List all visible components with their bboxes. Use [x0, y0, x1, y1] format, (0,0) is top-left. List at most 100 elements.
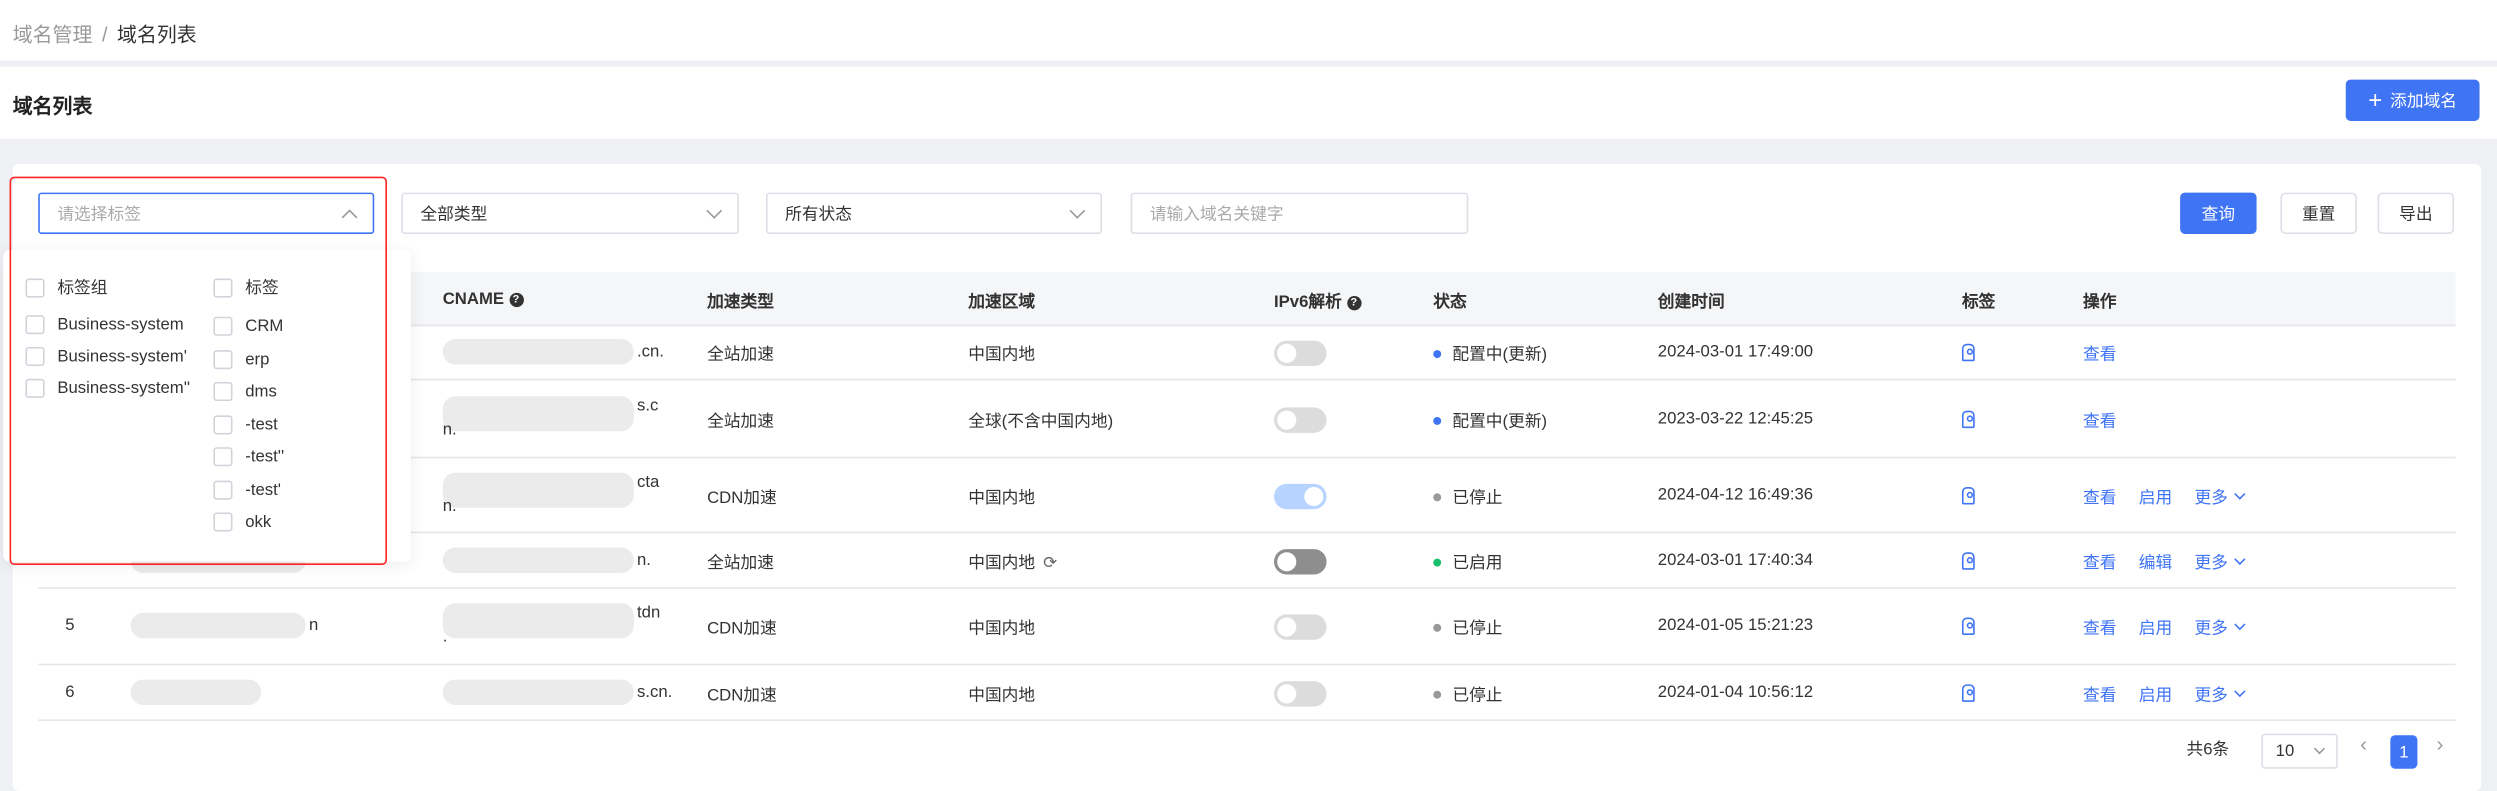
tag-icon[interactable]: [1961, 409, 1975, 428]
domain-tail[interactable]: n: [309, 616, 318, 635]
col-ipv6-label: IPv6解析: [1274, 292, 1342, 312]
ipv6-toggle[interactable]: [1274, 614, 1327, 640]
accel-region-text: 全球(不含中国内地): [968, 411, 1114, 431]
checkbox[interactable]: [25, 346, 45, 367]
page-size-select[interactable]: 10: [2261, 733, 2338, 769]
plus-icon: +: [2368, 86, 2383, 114]
ipv6-toggle[interactable]: [1274, 680, 1327, 706]
checkbox[interactable]: [213, 277, 233, 297]
checkbox[interactable]: [213, 414, 233, 434]
op-label: 查看: [2082, 487, 2117, 507]
col-ipv6: IPv6解析?: [1274, 290, 1361, 314]
checkbox[interactable]: [25, 315, 45, 335]
op-more-link[interactable]: 更多: [2194, 552, 2246, 572]
checkbox[interactable]: [213, 316, 233, 336]
keyword-placeholder: 请输入域名关键字: [1149, 204, 1284, 224]
checkbox-tag[interactable]: -test': [213, 479, 281, 499]
status-select-value: 所有状态: [785, 204, 852, 224]
breadcrumb: 域名管理 / 域名列表: [13, 18, 197, 48]
help-icon[interactable]: ?: [508, 292, 524, 308]
status-select[interactable]: 所有状态: [765, 192, 1103, 234]
op-view-link[interactable]: 查看: [2083, 345, 2116, 364]
table-row: 5 n tdn. CDN加速 中国内地 已停止 2024-01-05 15:21:23 查看 启…: [38, 589, 2456, 666]
type-select[interactable]: 全部类型: [401, 192, 739, 234]
op-label: 更多: [2194, 685, 2228, 705]
checkbox-tag-groups-all[interactable]: 标签组: [25, 275, 107, 299]
next-page-icon[interactable]: ›: [2437, 732, 2444, 756]
reset-button[interactable]: 重置: [2280, 192, 2357, 234]
add-domain-button[interactable]: + 添加域名: [2345, 79, 2480, 121]
checkbox[interactable]: [213, 381, 233, 402]
refresh-icon[interactable]: ⟳: [1043, 553, 1057, 572]
checkbox[interactable]: [213, 349, 233, 369]
status-dot: [1433, 350, 1442, 359]
status-text: 已启用: [1452, 553, 1503, 573]
checkbox[interactable]: [25, 378, 45, 398]
checkbox-tag[interactable]: okk: [213, 512, 271, 532]
created-time: 2024-04-12 16:49:36: [1657, 484, 1814, 504]
prev-page-icon[interactable]: ‹: [2360, 732, 2367, 756]
checkbox[interactable]: [213, 447, 233, 467]
tag-icon[interactable]: [1961, 486, 1975, 504]
checkbox-tags-all[interactable]: 标签: [213, 275, 279, 299]
checkbox-label: 标签组: [57, 278, 108, 298]
created-time: 2024-01-05 15:21:23: [1657, 615, 1814, 636]
query-button[interactable]: 查询: [2180, 192, 2257, 234]
cname-tail: tdn: [637, 603, 661, 623]
page-1-button[interactable]: 1: [2390, 735, 2418, 769]
checkbox-label: -test': [245, 479, 281, 499]
ipv6-toggle[interactable]: [1274, 340, 1327, 367]
ipv6-toggle[interactable]: [1274, 406, 1327, 433]
redacted-cname: [442, 678, 634, 705]
tag-select[interactable]: 请选择标签: [38, 192, 375, 234]
add-domain-label: 添加域名: [2390, 91, 2458, 111]
op-more-link[interactable]: 更多: [2194, 619, 2246, 639]
tag-icon[interactable]: [1961, 683, 1975, 702]
op-view-link[interactable]: 查看: [2083, 488, 2116, 507]
checkbox[interactable]: [213, 512, 233, 532]
op-view-link[interactable]: 查看: [2083, 685, 2116, 704]
op-enable-link[interactable]: 启用: [2139, 488, 2172, 507]
checkbox-tag[interactable]: dms: [213, 381, 277, 402]
op-label: 更多: [2194, 619, 2228, 639]
checkbox-tag[interactable]: -test: [213, 414, 278, 434]
breadcrumb-parent[interactable]: 域名管理: [13, 24, 93, 46]
chevron-down-icon: [706, 202, 723, 218]
checkbox-tag-group[interactable]: Business-system': [25, 346, 187, 367]
status-dot: [1433, 492, 1442, 501]
op-view-link[interactable]: 查看: [2083, 411, 2116, 430]
chevron-down-icon: [2234, 685, 2246, 697]
checkbox-tag-group[interactable]: Business-system'': [25, 378, 191, 398]
op-more-link[interactable]: 更多: [2194, 487, 2246, 507]
checkbox-label: Business-system'': [57, 378, 191, 398]
keyword-input[interactable]: 请输入域名关键字: [1130, 192, 1469, 234]
op-view-link[interactable]: 查看: [2083, 553, 2116, 572]
accel-region-text: 中国内地: [968, 345, 1036, 365]
op-enable-link[interactable]: 启用: [2139, 619, 2172, 638]
op-label: 查看: [2082, 411, 2117, 431]
checkbox-tag[interactable]: -test'': [213, 447, 284, 467]
ipv6-toggle[interactable]: [1274, 548, 1327, 574]
row-actions: 查看 启用 更多: [2083, 682, 2266, 706]
export-button[interactable]: 导出: [2377, 192, 2455, 234]
checkbox[interactable]: [213, 479, 233, 499]
tag-icon[interactable]: [1961, 617, 1975, 636]
cname-tail: .cn.: [637, 342, 664, 362]
help-icon[interactable]: ?: [1346, 296, 1361, 311]
checkbox-tag[interactable]: erp: [213, 349, 269, 369]
checkbox[interactable]: [25, 277, 45, 297]
tag-icon[interactable]: [1961, 343, 1975, 362]
ipv6-toggle[interactable]: [1274, 483, 1327, 509]
checkbox-tag[interactable]: CRM: [213, 316, 283, 336]
checkbox-tag-group[interactable]: Business-system: [25, 315, 184, 335]
status-text: 配置中(更新): [1452, 345, 1548, 365]
op-view-link[interactable]: 查看: [2083, 619, 2116, 638]
op-edit-link[interactable]: 编辑: [2139, 553, 2172, 572]
row-actions: 查看 启用 更多: [2083, 616, 2266, 640]
tag-icon[interactable]: [1961, 551, 1975, 569]
accel-region: 中国内地: [968, 682, 1035, 706]
op-enable-link[interactable]: 启用: [2139, 685, 2172, 704]
col-region: 加速区域: [968, 292, 1036, 312]
op-more-link[interactable]: 更多: [2194, 685, 2246, 705]
row-index: 6: [65, 681, 75, 702]
